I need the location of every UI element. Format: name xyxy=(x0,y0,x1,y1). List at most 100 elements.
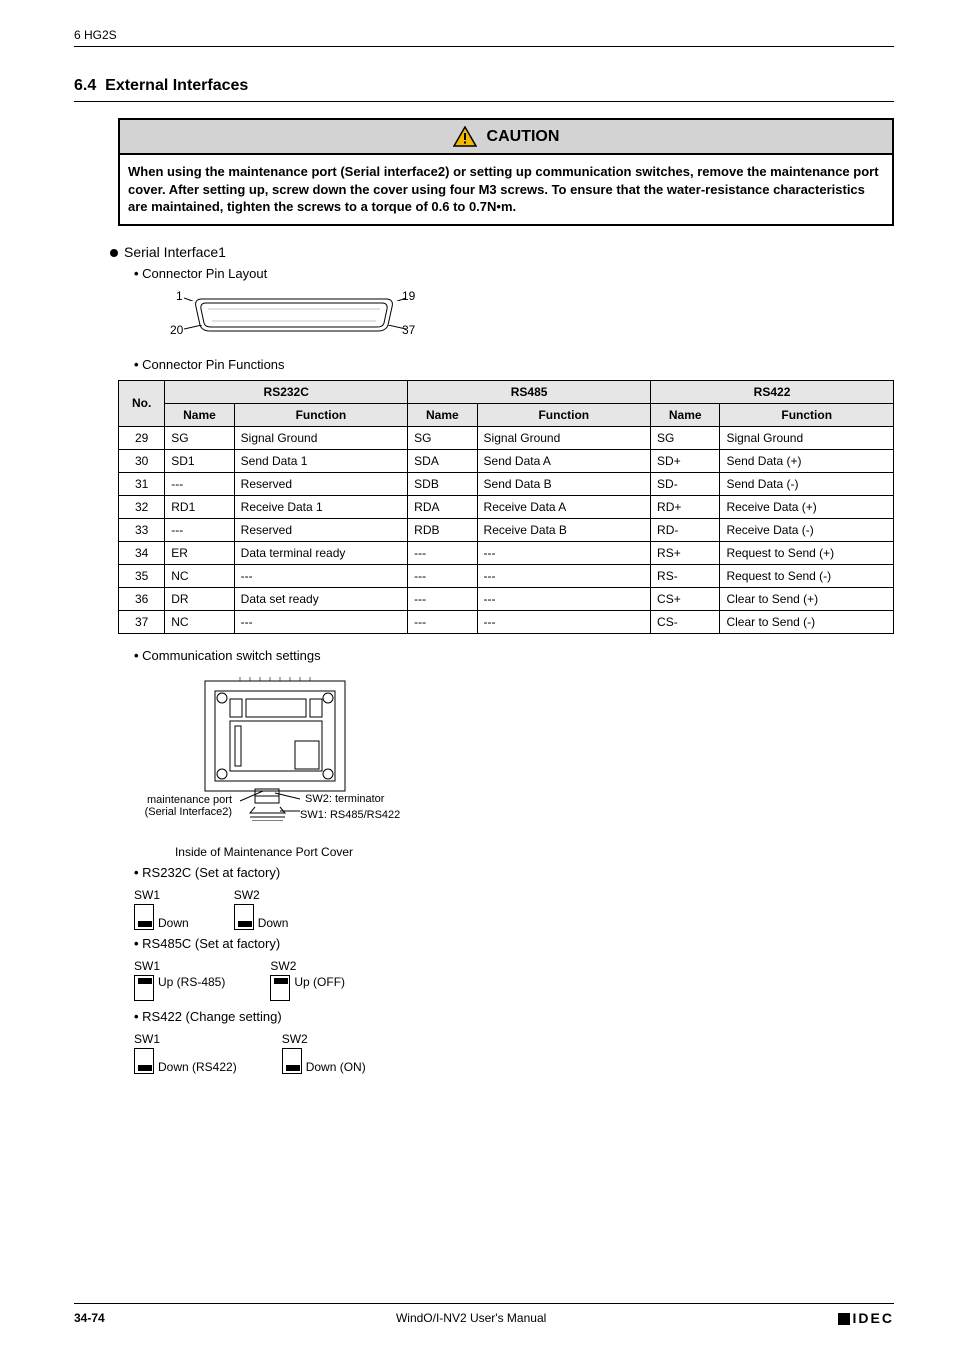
table-cell: --- xyxy=(408,610,477,633)
table-cell: Receive Data A xyxy=(477,495,651,518)
idec-logo: IDEC xyxy=(838,1310,894,1326)
dsub-connector-icon xyxy=(194,297,394,333)
table-row: 35NC---------RS-Request to Send (-) xyxy=(119,564,894,587)
table-cell: Send Data A xyxy=(477,449,651,472)
table-cell: 32 xyxy=(119,495,165,518)
table-cell: 30 xyxy=(119,449,165,472)
table-cell: SDB xyxy=(408,472,477,495)
sw2-label: SW2: terminator xyxy=(305,793,384,805)
pin-functions-table: No. RS232C RS485 RS422 Name Function Nam… xyxy=(118,380,894,634)
switch-row: SW1 Down SW2 Down xyxy=(134,888,894,930)
switch-icon xyxy=(270,975,290,1001)
caution-box: CAUTION When using the maintenance port … xyxy=(118,118,894,226)
switch-name: SW1 xyxy=(134,959,225,973)
table-cell: Reserved xyxy=(234,472,408,495)
table-cell: Signal Ground xyxy=(234,426,408,449)
switch-name: SW2 xyxy=(282,1032,366,1046)
serial-interface-title: Serial Interface1 xyxy=(124,244,226,260)
table-cell: Signal Ground xyxy=(720,426,894,449)
pin-1-label: 1 xyxy=(176,289,183,303)
th-func-1: Function xyxy=(234,403,408,426)
table-cell: 29 xyxy=(119,426,165,449)
comm-switch-heading: Communication switch settings xyxy=(134,648,894,663)
table-cell: Reserved xyxy=(234,518,408,541)
section-title: 6.4 External Interfaces xyxy=(74,77,894,102)
caution-header: CAUTION xyxy=(120,120,892,155)
page-footer: 34-74 WindO/I-NV2 User's Manual IDEC xyxy=(74,1303,894,1326)
table-cell: CS+ xyxy=(651,587,720,610)
table-cell: NC xyxy=(165,564,234,587)
page-number: 34-74 xyxy=(74,1311,105,1325)
table-cell: 36 xyxy=(119,587,165,610)
switch-position-text: Down (ON) xyxy=(306,1060,366,1074)
table-cell: Send Data 1 xyxy=(234,449,408,472)
port-cover-diagram: maintenance port(Serial Interface2) SW2:… xyxy=(170,671,430,841)
table-cell: Send Data (-) xyxy=(720,472,894,495)
table-cell: Data set ready xyxy=(234,587,408,610)
table-cell: --- xyxy=(477,587,651,610)
switch-icon xyxy=(134,1048,154,1074)
th-rs232c: RS232C xyxy=(165,380,408,403)
switch-col: SW2 Down (ON) xyxy=(282,1032,366,1074)
th-rs485: RS485 xyxy=(408,380,651,403)
pin-20-label: 20 xyxy=(170,323,183,337)
table-cell: --- xyxy=(234,610,408,633)
setting-label: RS232C (Set at factory) xyxy=(134,865,894,880)
section-name: External Interfaces xyxy=(105,77,248,94)
table-cell: --- xyxy=(477,610,651,633)
switch-col: SW1 Up (RS-485) xyxy=(134,959,225,1003)
setting-label: RS485C (Set at factory) xyxy=(134,936,894,951)
port-cover-caption: Inside of Maintenance Port Cover xyxy=(134,845,394,859)
table-cell: Send Data (+) xyxy=(720,449,894,472)
table-cell: Receive Data (-) xyxy=(720,518,894,541)
switch-icon xyxy=(134,904,154,930)
th-no: No. xyxy=(119,380,165,426)
table-cell: SG xyxy=(408,426,477,449)
switch-name: SW2 xyxy=(234,888,289,902)
table-cell: RS- xyxy=(651,564,720,587)
table-cell: RD- xyxy=(651,518,720,541)
table-cell: CS- xyxy=(651,610,720,633)
table-cell: SD- xyxy=(651,472,720,495)
table-cell: --- xyxy=(408,541,477,564)
table-cell: RD1 xyxy=(165,495,234,518)
switch-position-text: Up (OFF) xyxy=(294,975,345,1003)
manual-title: WindO/I-NV2 User's Manual xyxy=(396,1311,546,1325)
table-cell: DR xyxy=(165,587,234,610)
switch-col: SW2Up (OFF) xyxy=(270,959,345,1003)
table-row: 33---ReservedRDBReceive Data BRD-Receive… xyxy=(119,518,894,541)
switch-row: SW1 Up (RS-485) SW2Up (OFF) xyxy=(134,959,894,1003)
switch-position-text: Down (RS422) xyxy=(158,1060,237,1074)
switch-name: SW1 xyxy=(134,888,189,902)
table-cell: Receive Data B xyxy=(477,518,651,541)
switch-position-text: Up (RS-485) xyxy=(158,975,225,1003)
table-cell: Data terminal ready xyxy=(234,541,408,564)
switch-position-text: Down xyxy=(158,916,189,930)
page-header: 6 HG2S xyxy=(74,28,894,47)
table-cell: RDB xyxy=(408,518,477,541)
table-cell: 37 xyxy=(119,610,165,633)
th-rs422: RS422 xyxy=(651,380,894,403)
switch-icon xyxy=(282,1048,302,1074)
table-cell: 34 xyxy=(119,541,165,564)
table-cell: RS+ xyxy=(651,541,720,564)
switch-col: SW1 Down xyxy=(134,888,189,930)
table-cell: --- xyxy=(234,564,408,587)
section-number: 6.4 xyxy=(74,77,96,94)
table-cell: Signal Ground xyxy=(477,426,651,449)
switch-icon xyxy=(134,975,154,1001)
table-cell: RDA xyxy=(408,495,477,518)
connector-pin-functions-label: Connector Pin Functions xyxy=(134,357,894,372)
table-cell: SG xyxy=(651,426,720,449)
table-cell: Request to Send (-) xyxy=(720,564,894,587)
table-row: 30SD1Send Data 1SDASend Data ASD+Send Da… xyxy=(119,449,894,472)
sw1-label: SW1: RS485/RS422 xyxy=(300,809,400,821)
th-name-2: Name xyxy=(408,403,477,426)
table-cell: SDA xyxy=(408,449,477,472)
maint-port-label: maintenance port(Serial Interface2) xyxy=(132,794,232,818)
table-cell: Receive Data 1 xyxy=(234,495,408,518)
switch-col: SW2 Down xyxy=(234,888,289,930)
switch-position-text: Down xyxy=(258,916,289,930)
switch-col: SW1Down (RS422) xyxy=(134,1032,237,1074)
th-name-1: Name xyxy=(165,403,234,426)
